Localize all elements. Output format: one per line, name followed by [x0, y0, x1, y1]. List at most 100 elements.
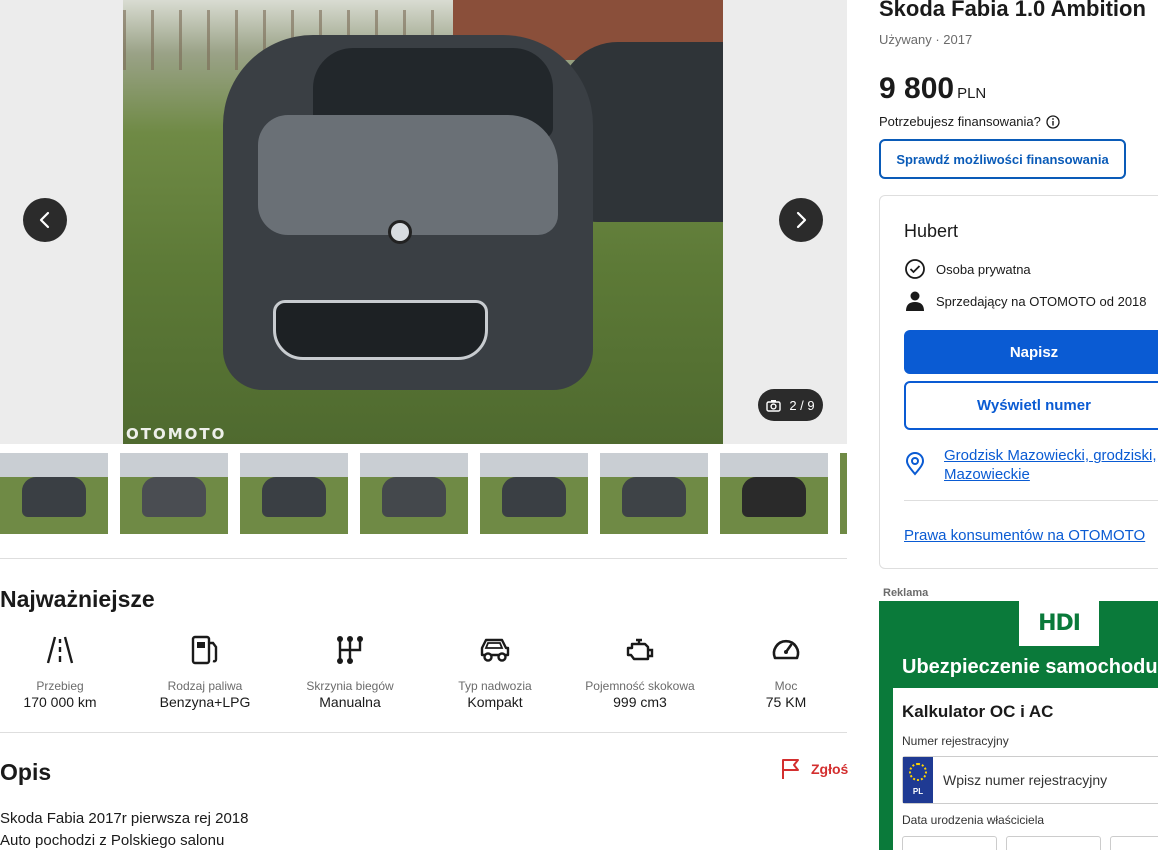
highlight-mileage: Przebieg 170 000 km	[0, 633, 120, 711]
thumbnail-sky	[600, 453, 708, 478]
report-button[interactable]: Zgłoś	[781, 758, 848, 780]
check-circle-icon	[905, 259, 925, 279]
speedometer-icon	[772, 639, 800, 660]
thumbnail-car	[502, 477, 566, 517]
highlight-value: 75 KM	[765, 694, 807, 710]
show-phone-button[interactable]: Wyświetl numer	[904, 381, 1158, 430]
chevron-right-icon	[796, 211, 807, 229]
hdi-logo: HDI	[1019, 601, 1099, 646]
section-divider	[0, 732, 847, 733]
write-message-button[interactable]: Napisz	[904, 330, 1158, 374]
highlight-value: Kompakt	[467, 694, 523, 710]
location-pin-icon	[905, 452, 925, 476]
thumbnail-car	[22, 477, 86, 517]
highlights-title: Najważniejsze	[0, 586, 155, 612]
thumbnail-6[interactable]	[600, 453, 708, 534]
thumbnail-1[interactable]	[0, 453, 110, 534]
previous-photo-button[interactable]	[23, 198, 67, 242]
description-text: Skoda Fabia 2017r pierwsza rej 2018 Auto…	[0, 808, 248, 850]
flag-icon	[782, 759, 799, 779]
price-currency: PLN	[957, 85, 987, 102]
next-photo-button[interactable]	[779, 198, 823, 242]
highlight-power: Moc 75 KM	[726, 633, 846, 711]
thumbnail-car	[262, 477, 326, 517]
photo-badge	[388, 220, 412, 244]
report-label: Zgłoś	[811, 761, 849, 777]
finance-question-text: Potrzebujesz finansowania?	[879, 114, 1041, 129]
photo-crumpled-hood	[258, 115, 558, 235]
eu-stars	[909, 763, 927, 781]
listing-subtitle: Używany · 2017	[879, 32, 973, 47]
highlight-value: Manualna	[319, 694, 381, 710]
thumbnail-sky	[120, 453, 228, 478]
seller-since-row: Sprzedający na OTOMOTO od 2018	[904, 290, 1147, 312]
thumbnail-5[interactable]	[480, 453, 588, 534]
eu-flag-icon: PL	[903, 757, 933, 803]
highlight-value: 999 cm3	[613, 694, 667, 710]
thumbnail-strip	[0, 453, 847, 534]
thumbnail-4[interactable]	[360, 453, 468, 534]
birth-month-field[interactable]	[1006, 836, 1101, 850]
camera-icon	[766, 399, 782, 412]
highlight-body-type: Typ nadwozia Kompakt	[435, 633, 555, 711]
engine-icon	[626, 638, 654, 661]
plate-input[interactable]: PL Wpisz numer rejestracyjny	[902, 756, 1158, 804]
photo-gallery: OTOMOTO 2 / 9	[0, 0, 847, 444]
thumbnail-3[interactable]	[240, 453, 348, 534]
check-financing-button[interactable]: Sprawdź możliwości finansowania	[879, 139, 1126, 179]
seller-type: Osoba prywatna	[936, 261, 1031, 277]
highlight-label: Rodzaj paliwa	[167, 679, 243, 693]
thumbnail-7[interactable]	[720, 453, 828, 534]
otomoto-watermark: OTOMOTO	[126, 425, 227, 443]
main-photo[interactable]	[123, 0, 723, 444]
plate-country: PL	[912, 787, 924, 796]
listing-title: Skoda Fabia 1.0 Ambition	[879, 0, 1146, 21]
highlight-label: Przebieg	[36, 679, 84, 693]
card-divider	[904, 500, 1158, 501]
highlight-label: Moc	[774, 679, 798, 693]
seller-location: Grodzisk Mazowiecki, grodziski, Mazowiec…	[904, 446, 1158, 484]
thumbnail-car	[382, 477, 446, 517]
plate-placeholder: Wpisz numer rejestracyjny	[943, 772, 1108, 788]
section-divider	[0, 558, 847, 559]
description-line: Auto pochodzi z Polskiego salonu	[0, 832, 225, 849]
photo-grille	[273, 300, 488, 360]
thumbnail-car	[622, 477, 686, 517]
highlight-label: Pojemność skokowa	[585, 679, 695, 693]
photo-counter[interactable]: 2 / 9	[758, 389, 823, 421]
highlight-fuel: Rodzaj paliwa Benzyna+LPG	[145, 633, 265, 711]
finance-question: Potrzebujesz finansowania?	[879, 114, 1060, 129]
thumbnail-car	[142, 477, 206, 517]
ad-form-title: Kalkulator OC i AC	[902, 702, 1054, 721]
person-icon	[906, 291, 924, 311]
thumbnail-sky	[480, 453, 588, 478]
ad-calculator-form: Kalkulator OC i AC Numer rejestracyjny P…	[893, 688, 1158, 850]
price-value: 9 800	[879, 72, 955, 105]
listing-price: 9 800 PLN	[879, 72, 986, 106]
ad-headline: Ubezpieczenie samochodu	[902, 656, 1158, 678]
birthdate-label: Data urodzenia właściciela	[902, 813, 1045, 827]
highlight-value: 170 000 km	[23, 694, 97, 710]
consumer-rights-link[interactable]: Prawa konsumentów na OTOMOTO	[904, 527, 1145, 544]
highlight-label: Skrzynia biegów	[306, 679, 394, 693]
ad-label: Reklama	[883, 587, 929, 599]
insurance-ad[interactable]: HDI Ubezpieczenie samochodu Kalkulator O…	[879, 601, 1158, 850]
description-title: Opis	[0, 759, 52, 785]
thumbnail-2[interactable]	[120, 453, 228, 534]
birth-year-field[interactable]	[1110, 836, 1158, 850]
thumbnail-sky	[0, 453, 108, 478]
listing-page: { "gallery": { "watermark": "OTOMOTO", "…	[0, 0, 1158, 850]
seller-since: Sprzedający na OTOMOTO od 2018	[936, 293, 1147, 309]
thumbnail-sky	[240, 453, 348, 478]
highlight-label: Typ nadwozia	[458, 679, 532, 693]
description-line: Skoda Fabia 2017r pierwsza rej 2018	[0, 810, 249, 827]
thumbnail-partial[interactable]	[840, 453, 847, 534]
chevron-left-icon	[39, 211, 50, 229]
road-icon	[46, 636, 74, 664]
car-body-icon	[480, 638, 510, 662]
location-link[interactable]: Grodzisk Mazowiecki, grodziski, Mazowiec…	[944, 446, 1158, 484]
info-icon[interactable]	[1046, 114, 1060, 129]
birth-day-field[interactable]	[902, 836, 997, 850]
thumbnail-sky	[720, 453, 828, 478]
highlight-engine-capacity: Pojemność skokowa 999 cm3	[580, 633, 700, 711]
